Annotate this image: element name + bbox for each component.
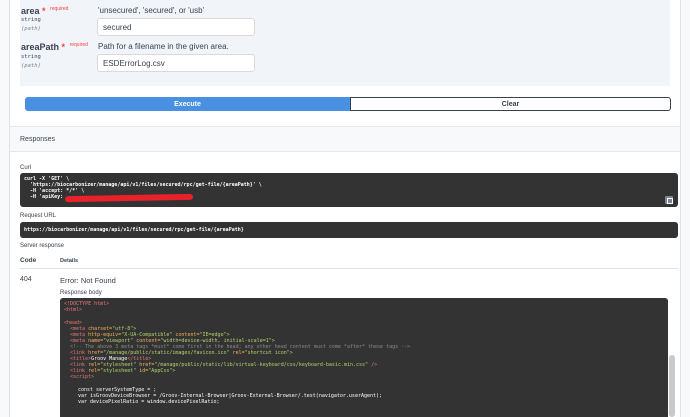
server-response-label: Server response [20, 243, 65, 249]
param-type-area: string [21, 17, 41, 23]
execute-button-row: Execute Clear [25, 97, 676, 111]
required-label: required [69, 42, 88, 48]
param-name-label: areaPath [21, 42, 60, 52]
execute-button[interactable]: Execute [25, 97, 350, 111]
details-column-header: Details [60, 258, 79, 264]
code-string: "stylesheet" [100, 368, 137, 374]
response-body-label: Response body [60, 290, 102, 296]
code-line: <script> [70, 374, 95, 380]
param-location-areapath: (path) [21, 63, 41, 69]
request-url: https://biocarbonizer/manage/api/v1/file… [24, 227, 244, 233]
param-description-area: 'unsecured', 'secured', or 'usb' [98, 6, 205, 15]
parameters-section: area * required string (path) 'unsecured… [20, 0, 670, 86]
code-tag: /> [371, 362, 378, 368]
response-code: 404 [20, 276, 32, 283]
response-body-box: <!DOCTYPE html> <html> <head> <meta char… [60, 298, 668, 417]
param-name-areapath: areaPath * required [21, 42, 88, 52]
code-attr: id= [139, 368, 149, 374]
scrollbar[interactable] [669, 355, 675, 417]
code-line: var devicePixelRatio = window.devicePixe… [78, 399, 220, 405]
curl-line: -H 'apiKey: [24, 194, 64, 200]
redaction-mark [64, 193, 194, 203]
param-name-area: area * required [21, 6, 68, 16]
code-column-header: Code [20, 257, 37, 264]
param-type-areapath: string [21, 54, 41, 60]
code-string: "shortcut icon"> [244, 350, 293, 356]
swagger-operation-panel: area * required string (path) 'unsecured… [9, 0, 681, 417]
copy-icon[interactable] [665, 196, 673, 204]
code-attr: rel= [232, 350, 245, 356]
curl-label: Curl [20, 165, 32, 171]
param-name-label: area [21, 6, 40, 16]
responses-title: Responses [20, 136, 56, 143]
table-divider [20, 268, 678, 269]
code-string: "/manage/public/static/lib/virtual-keybo… [154, 362, 369, 368]
param-description-areapath: Path for a filename in the given area. [98, 42, 229, 51]
responses-header: Responses [10, 126, 680, 152]
request-url-box: https://biocarbonizer/manage/api/v1/file… [20, 222, 678, 238]
required-label: required [50, 6, 69, 12]
required-star: * [61, 42, 66, 52]
code-line: <html> [64, 307, 83, 313]
areapath-input[interactable] [97, 54, 255, 72]
clear-button[interactable]: Clear [350, 97, 671, 111]
required-star: * [42, 6, 46, 16]
curl-box: curl -X 'GET' \ 'https://biocarbonizer/m… [20, 173, 678, 207]
area-input[interactable] [97, 18, 255, 36]
response-error-text: Error: Not Found [60, 276, 116, 285]
request-url-label: Request URL [20, 213, 57, 219]
code-string: "AppCss"> [148, 368, 176, 374]
param-location-area: (path) [21, 26, 41, 32]
